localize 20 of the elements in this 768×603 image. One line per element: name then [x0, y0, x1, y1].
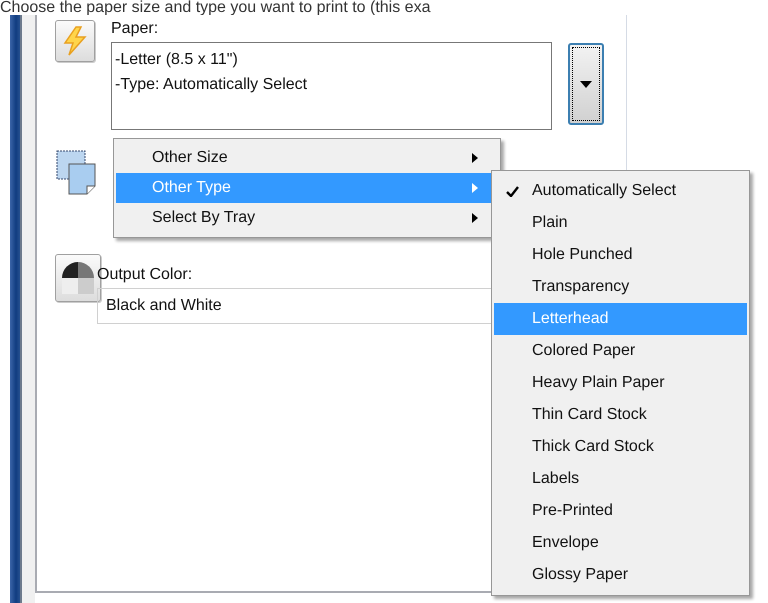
output-color-label: Output Color: — [97, 266, 194, 284]
submenu-arrow-icon — [472, 213, 478, 223]
submenu-item[interactable]: Envelope — [494, 527, 747, 559]
menu-item[interactable]: Other Size — [116, 143, 498, 173]
caret-icon — [580, 80, 592, 88]
caption-text: Choose the paper size and type you want to print to (this exa — [0, 0, 430, 15]
submenu-arrow-icon — [472, 153, 478, 163]
dropdown-button[interactable] — [568, 43, 604, 125]
submenu-item[interactable]: Hole Punched — [494, 239, 747, 271]
submenu-item[interactable]: Thick Card Stock — [494, 431, 747, 463]
paper-label: Paper: — [111, 20, 160, 38]
submenu-item[interactable]: Glossy Paper — [494, 559, 747, 591]
submenu-item[interactable]: Colored Paper — [494, 335, 747, 367]
submenu-item[interactable]: Labels — [494, 463, 747, 495]
submenu-item[interactable]: Plain — [494, 207, 747, 239]
submenu-item[interactable]: Heavy Plain Paper — [494, 367, 747, 399]
submenu-arrow-icon — [472, 183, 478, 193]
submenu-item[interactable]: Pre-Printed — [494, 495, 747, 527]
paper-field[interactable]: -Letter (8.5 x 11") -Type: Automatically Select — [111, 42, 552, 130]
submenu-item[interactable]: Thin Card Stock — [494, 399, 747, 431]
